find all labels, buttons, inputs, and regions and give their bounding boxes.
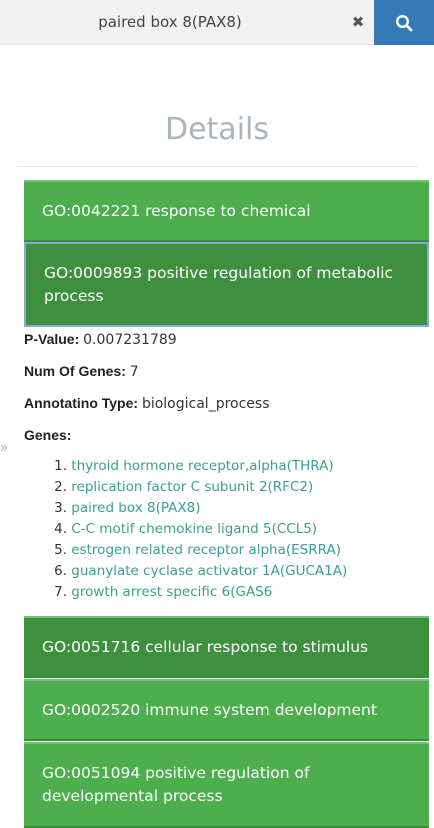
gene-link[interactable]: estrogen related receptor alpha(ESRRA): [71, 542, 341, 558]
list-item-number: 5.: [54, 542, 67, 558]
close-icon: ✖: [351, 13, 365, 31]
genes-label: Genes:: [24, 427, 72, 443]
go-panel-0002520[interactable]: GO:0002520 immune system development: [24, 679, 429, 741]
go-panel-0042221[interactable]: GO:0042221 response to chemical: [24, 180, 429, 242]
gene-list: 1. thyroid hormone receptor,alpha(THRA) …: [24, 456, 347, 603]
gene-link[interactable]: paired box 8(PAX8): [71, 500, 200, 516]
pvalue-value: 0.007231789: [83, 332, 177, 348]
list-item-number: 6.: [54, 563, 67, 579]
gene-link[interactable]: C-C motif chemokine ligand 5(CCL5): [71, 521, 317, 537]
divider: [17, 166, 418, 167]
gene-link[interactable]: replication factor C subunit 2(RFC2): [71, 479, 313, 495]
list-item: 6. guanylate cyclase activator 1A(GUCA1A…: [24, 561, 347, 582]
list-item-number: 3.: [54, 500, 67, 516]
search-button[interactable]: [374, 0, 434, 45]
clear-search-button[interactable]: ✖: [343, 0, 373, 44]
list-item: 2. replication factor C subunit 2(RFC2): [24, 477, 347, 498]
page-title: Details: [164, 112, 269, 147]
annotation-type-label: Annotatino Type:: [24, 395, 139, 411]
list-item-number: 1.: [54, 458, 67, 474]
go-panel-label: GO:0051716 cellular response to stimulus: [42, 637, 369, 656]
num-genes-row: Num Of Genes: 7: [24, 363, 139, 380]
go-panel-0009893[interactable]: GO:0009893 positive regulation of metabo…: [24, 242, 429, 327]
num-genes-label: Num Of Genes:: [24, 363, 126, 379]
go-panel-label: GO:0042221 response to chemical: [42, 201, 311, 220]
list-item-number: 7.: [54, 584, 67, 600]
annotation-type-row: Annotatino Type: biological_process: [24, 395, 270, 412]
go-panel-label: GO:0009893 positive regulation of metabo…: [44, 263, 394, 305]
list-item: 4. C-C motif chemokine ligand 5(CCL5): [24, 519, 347, 540]
gene-link[interactable]: growth arrest specific 6(GAS6: [71, 584, 272, 600]
list-item: 7. growth arrest specific 6(GAS6: [24, 582, 347, 603]
gene-link[interactable]: thyroid hormone receptor,alpha(THRA): [71, 458, 333, 474]
pvalue-label: P-Value:: [24, 331, 80, 347]
list-item: 5. estrogen related receptor alpha(ESRRA…: [24, 540, 347, 561]
go-panel-0051716[interactable]: GO:0051716 cellular response to stimulus: [24, 616, 429, 678]
search-bar: ✖: [0, 0, 434, 45]
go-panel-label: GO:0051094 positive regulation of develo…: [42, 764, 310, 805]
double-chevron-right-icon[interactable]: »: [0, 441, 16, 455]
search-icon: [395, 14, 413, 31]
list-item: 1. thyroid hormone receptor,alpha(THRA): [24, 456, 347, 477]
search-input[interactable]: [0, 0, 340, 44]
go-panel-label: GO:0002520 immune system development: [42, 700, 377, 719]
num-genes-value: 7: [129, 364, 139, 380]
list-item-number: 4.: [54, 521, 67, 537]
genes-row: Genes:: [24, 427, 71, 443]
list-item-number: 2.: [54, 479, 67, 495]
gene-link[interactable]: guanylate cyclase activator 1A(GUCA1A): [71, 563, 347, 579]
list-item: 3. paired box 8(PAX8): [24, 498, 347, 519]
annotation-type-value: biological_process: [141, 396, 270, 412]
pvalue-row: P-Value: 0.007231789: [24, 331, 177, 348]
go-panel-0051094[interactable]: GO:0051094 positive regulation of develo…: [24, 742, 429, 828]
